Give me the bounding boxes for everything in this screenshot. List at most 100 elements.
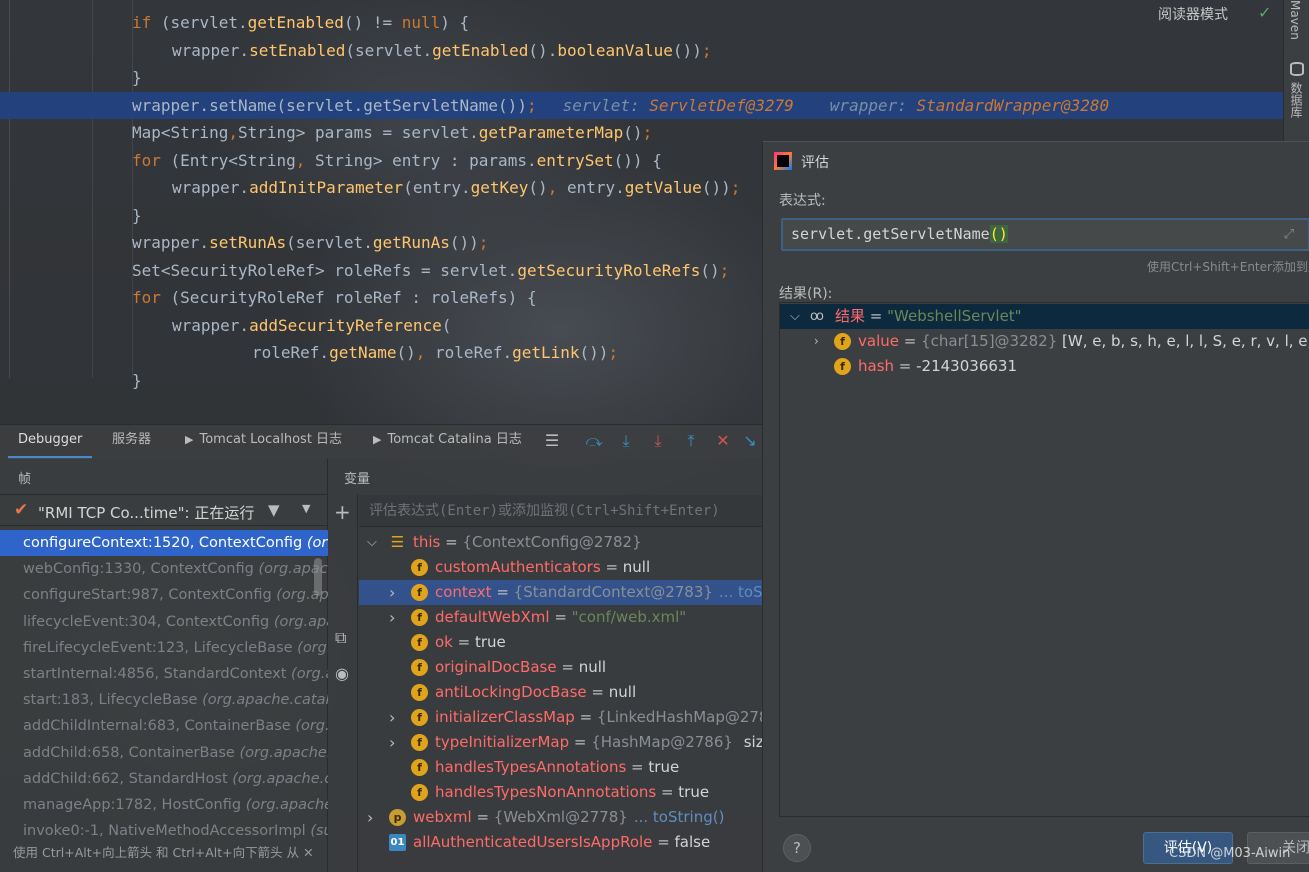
chevron-right-icon[interactable]: › <box>389 605 395 630</box>
database-icon[interactable] <box>1290 62 1304 76</box>
frame-item[interactable]: startInternal:4856, StandardContext (org… <box>0 661 328 687</box>
frame-method: webConfig:1330, ContextConfig <box>23 561 259 578</box>
variable-row[interactable]: f originalDocBase = null <box>359 655 762 680</box>
variable-eq: = <box>569 733 592 751</box>
frames-scrollbar[interactable] <box>314 558 322 596</box>
code-line[interactable]: wrapper.setEnabled(servlet.getEnabled().… <box>0 37 1283 64</box>
check-icon[interactable]: ✓ <box>1258 3 1271 22</box>
code-token: String> params = servlet. <box>237 123 479 142</box>
frame-item[interactable]: addChildInternal:683, ContainerBase (org… <box>0 713 328 739</box>
tab-catalina-log[interactable]: ▶ Tomcat Catalina 日志 <box>373 425 522 459</box>
frame-item[interactable]: manageApp:1782, HostConfig (org.apache.c… <box>0 792 328 818</box>
result-child-hash[interactable]: f hash = -2143036631 <box>780 354 1309 379</box>
frame-method: configureContext:1520, ContextConfig <box>23 535 307 551</box>
field-icon: f <box>411 709 428 726</box>
watch-expression-input[interactable]: 评估表达式(Enter)或添加监视(Ctrl+Shift+Enter) <box>359 495 762 527</box>
frame-package: (org.apache.catalina.core) <box>291 666 328 682</box>
frame-item[interactable]: configureStart:987, ContextConfig (org.a… <box>0 582 328 608</box>
watch-eye-icon[interactable]: ◉ <box>335 664 349 683</box>
code-token: Map<String <box>132 123 229 142</box>
variable-value: null <box>608 683 637 701</box>
variable-name: customAuthenticators <box>435 558 601 576</box>
chevron-right-icon[interactable]: › <box>389 705 395 730</box>
current-execution-line[interactable]: wrapper.setName(servlet.getServletName()… <box>0 91 1283 119</box>
variable-eq: = <box>600 558 623 576</box>
code-line[interactable]: if (servlet.getEnabled() != null) { <box>0 9 1283 36</box>
variable-text: originalDocBase = null <box>435 655 606 680</box>
variable-row[interactable]: ⌵ ☰ this = {ContextConfig@2782} <box>359 530 762 555</box>
variable-row[interactable]: › f defaultWebXml = "conf/web.xml" <box>359 605 762 630</box>
code-token: getLink <box>512 343 580 362</box>
force-step-into-icon[interactable]: ⤓ <box>648 431 668 451</box>
frame-package: (org.apache.catalina.core) <box>295 718 328 735</box>
frame-item[interactable]: webConfig:1330, ContextConfig (org.apach… <box>0 556 328 582</box>
field-icon: f <box>834 333 851 350</box>
code-token: entry. <box>566 178 625 197</box>
variable-row[interactable]: 01 allAuthenticatedUsersIsAppRole = false <box>359 830 762 855</box>
chevron-down-icon[interactable]: ⌵ <box>790 304 800 329</box>
variable-row[interactable]: f antiLockingDocBase = null <box>359 680 762 705</box>
thread-selector[interactable]: ✔ "RMI TCP Co...time": 正在运行 ▼ ▼ <box>0 494 328 526</box>
tab-server[interactable]: 服务器 <box>112 425 151 459</box>
code-token: entrySet <box>536 150 614 170</box>
maven-tool-tab[interactable]: Maven <box>1288 0 1302 40</box>
code-token: for <box>132 150 171 170</box>
expression-input[interactable]: servlet.getServletName() ⤢ <box>781 218 1309 251</box>
frames-footer-text: 使用 Ctrl+Alt+向上箭头 和 Ctrl+Alt+向下箭头 从 <box>13 845 300 860</box>
frame-item[interactable]: fireLifecycleEvent:123, LifecycleBase (o… <box>0 635 328 661</box>
step-into-icon[interactable]: ⤓ <box>616 431 636 451</box>
chevron-right-icon[interactable]: › <box>814 329 819 354</box>
chevron-right-icon[interactable]: › <box>389 730 395 755</box>
add-watch-icon[interactable]: + <box>334 500 351 524</box>
result-root-row[interactable]: ⌵ oo 结果 = "WebshellServlet" <box>780 304 1309 329</box>
frame-method: addChild:658, ContainerBase <box>23 744 240 761</box>
menu-icon[interactable]: ☰ <box>542 431 562 451</box>
filter-icon[interactable]: ▼ <box>268 501 280 519</box>
variable-row[interactable]: › f context = {StandardContext@2783} ... to… <box>359 580 762 605</box>
frame-method: manageApp:1782, HostConfig <box>23 797 246 813</box>
code-token: ; <box>608 343 619 362</box>
chevron-down-icon[interactable]: ⌵ <box>367 530 377 555</box>
code-token: ; <box>526 95 537 115</box>
variable-type: {WebXml@2778} <box>493 808 628 826</box>
run-to-cursor-icon[interactable]: ↘ <box>740 431 760 451</box>
variable-row[interactable]: f customAuthenticators = null <box>359 555 762 580</box>
tab-debugger[interactable]: Debugger <box>8 425 93 459</box>
drop-frame-icon[interactable]: ✕ <box>713 431 733 451</box>
frame-item[interactable]: configureContext:1520, ContextConfig (or… <box>0 530 328 556</box>
variable-row[interactable]: f ok = true <box>359 630 762 655</box>
result-tree: ⌵ oo 结果 = "WebshellServlet" › f value = … <box>779 302 1309 817</box>
reader-mode-link[interactable]: 阅读器模式 <box>1158 4 1228 24</box>
frame-item[interactable]: addChild:662, StandardHost (org.apache.c… <box>0 766 328 792</box>
code-line[interactable]: } <box>0 64 1283 91</box>
expand-icon[interactable]: ⤢ <box>1284 220 1294 249</box>
result-name: 结果 <box>835 307 866 325</box>
help-button[interactable]: ? <box>783 834 811 862</box>
frame-method: addChild:662, StandardHost <box>23 770 233 787</box>
chevron-right-icon[interactable]: › <box>389 580 395 605</box>
code-token: ()) <box>701 178 731 197</box>
database-tool-tab[interactable]: 数据库 <box>1288 82 1305 118</box>
step-over-icon[interactable]: ⤼ <box>584 431 604 451</box>
chevron-right-icon[interactable]: › <box>367 805 373 830</box>
chevron-down-icon[interactable]: ▼ <box>302 502 310 515</box>
variable-text: initializerClassMap = {LinkedHashMap@278… <box>435 705 762 730</box>
result-child-value[interactable]: › f value = {char[15]@3282} [W, e, b, s,… <box>780 329 1309 354</box>
step-out-icon[interactable]: ⤒ <box>681 431 701 451</box>
frame-item[interactable]: addChild:658, ContainerBase (org.apache.… <box>0 740 328 766</box>
variable-row[interactable]: › f initializerClassMap = {LinkedHashMap@2… <box>359 705 762 730</box>
frame-item[interactable]: start:183, LifecycleBase (org.apache.cat… <box>0 687 328 713</box>
code-token: () <box>396 343 416 362</box>
variable-row[interactable]: f handlesTypesAnnotations = true <box>359 755 762 780</box>
tab-localhost-log[interactable]: ▶ Tomcat Localhost 日志 <box>185 425 342 459</box>
variable-row[interactable]: › f typeInitializerMap = {HashMap@2786} si… <box>359 730 762 755</box>
field-icon: f <box>411 759 428 776</box>
copy-icon[interactable]: ⧉ <box>335 628 346 648</box>
frame-item[interactable]: lifecycleEvent:304, ContextConfig (org.a… <box>0 609 328 635</box>
code-token: () != <box>343 13 402 32</box>
close-icon[interactable]: ✕ <box>303 845 313 860</box>
variable-row[interactable]: f handlesTypesNonAnnotations = true <box>359 780 762 805</box>
variable-row[interactable]: › p webxml = {WebXml@2778} ... toString() <box>359 805 762 830</box>
code-token: null <box>401 13 441 32</box>
variable-value: true <box>678 783 710 801</box>
